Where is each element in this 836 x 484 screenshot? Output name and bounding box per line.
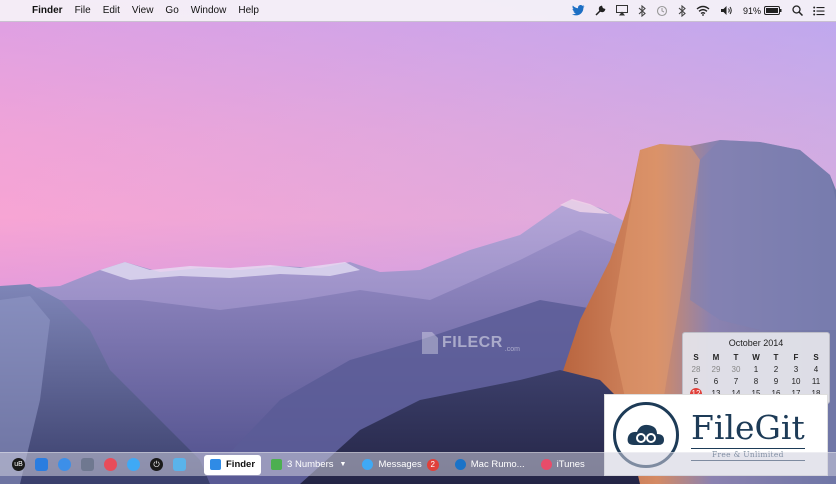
calendar-day[interactable]: 3 bbox=[786, 364, 806, 376]
taskbar-window-finder[interactable]: Finder bbox=[204, 454, 262, 475]
taskbar-window-macrumors[interactable]: Mac Rumo... bbox=[449, 455, 531, 475]
itunes-window-icon bbox=[540, 459, 552, 470]
numbers-window-icon bbox=[271, 459, 283, 470]
filecr-logo-icon bbox=[422, 332, 438, 354]
calendar-day[interactable]: 11 bbox=[806, 376, 826, 388]
calendar-weekday: S bbox=[813, 353, 819, 362]
finder-dock-icon[interactable] bbox=[35, 458, 48, 471]
spotlight-icon[interactable] bbox=[787, 5, 808, 16]
calendar-weekday: T bbox=[773, 353, 779, 362]
menu-bar: Finder File Edit View Go Window Help 91% bbox=[0, 0, 836, 22]
calendar-day[interactable]: 8 bbox=[746, 376, 766, 388]
calendar-grid: SMTWTFS282930123456789101112131415161718 bbox=[686, 352, 829, 400]
taskbar-window-messages[interactable]: Messages 2 bbox=[356, 455, 444, 475]
calendar-day-number: 10 bbox=[791, 377, 801, 386]
calendar-day-number: 29 bbox=[711, 365, 721, 374]
airplay-icon[interactable] bbox=[611, 5, 633, 16]
battery-icon bbox=[764, 6, 782, 15]
calendar-day[interactable]: 6 bbox=[706, 376, 726, 388]
messages-window-icon bbox=[362, 459, 374, 470]
menu-edit[interactable]: Edit bbox=[97, 0, 126, 22]
mail-dock-icon[interactable] bbox=[173, 458, 186, 471]
itunes-dock-icon[interactable] bbox=[104, 458, 117, 471]
wifi-icon[interactable] bbox=[691, 5, 715, 16]
menu-view[interactable]: View bbox=[126, 0, 160, 22]
calendar-weekday: F bbox=[793, 353, 799, 362]
safari-dock-icon[interactable] bbox=[58, 458, 71, 471]
calendar-weekday: W bbox=[752, 353, 760, 362]
ubar-launcher-icon[interactable]: uB bbox=[12, 458, 25, 471]
window-label: Mac Rumo... bbox=[470, 459, 525, 470]
messages-dock-icon[interactable] bbox=[127, 458, 140, 471]
power-dock-icon[interactable]: ⏻ bbox=[150, 458, 163, 471]
window-label: Messages bbox=[378, 459, 422, 470]
finder-window-icon bbox=[210, 459, 221, 470]
chevron-down-icon[interactable]: ▼ bbox=[340, 461, 347, 468]
menu-help[interactable]: Help bbox=[232, 0, 265, 22]
calendar-day[interactable]: 2 bbox=[766, 364, 786, 376]
filecr-text: FILECR bbox=[442, 334, 503, 351]
filegit-title: FileGit bbox=[691, 407, 805, 447]
filecr-watermark: FILECR .com bbox=[420, 328, 520, 358]
calendar-day-number: 30 bbox=[731, 365, 741, 374]
calendar-day-number: 6 bbox=[713, 377, 719, 386]
calendar-day-number: 11 bbox=[811, 377, 821, 386]
menu-app-finder[interactable]: Finder bbox=[26, 0, 69, 22]
sync-icon[interactable] bbox=[651, 5, 673, 17]
calendar-day[interactable]: 28 bbox=[686, 364, 706, 376]
tools-icon[interactable] bbox=[590, 5, 611, 16]
calendar-weekday: S bbox=[693, 353, 699, 362]
macrumors-window-icon bbox=[454, 459, 466, 470]
calendar-day[interactable]: 7 bbox=[726, 376, 746, 388]
menu-window[interactable]: Window bbox=[185, 0, 233, 22]
taskbar: uB ⏻ Finder 3 Numbers ▼ Messages 2 Mac R… bbox=[0, 452, 836, 476]
unread-badge: 2 bbox=[426, 458, 439, 471]
bluetooth-secondary-icon[interactable] bbox=[673, 4, 691, 17]
calendar-day-number: 8 bbox=[753, 377, 759, 386]
taskbar-window-itunes[interactable]: iTunes bbox=[535, 455, 591, 475]
menu-go[interactable]: Go bbox=[159, 0, 184, 22]
twitter-icon[interactable] bbox=[567, 5, 590, 16]
calendar-day[interactable]: 1 bbox=[746, 364, 766, 376]
preview-dock-icon[interactable] bbox=[81, 458, 94, 471]
notification-center-icon[interactable] bbox=[808, 6, 830, 16]
calendar-day[interactable]: 4 bbox=[806, 364, 826, 376]
menu-file[interactable]: File bbox=[69, 0, 97, 22]
calendar-day[interactable]: 10 bbox=[786, 376, 806, 388]
calendar-day[interactable]: 29 bbox=[706, 364, 726, 376]
window-label: iTunes bbox=[556, 459, 585, 470]
window-label: 3 Numbers bbox=[287, 459, 334, 470]
ubar-label: uB bbox=[14, 461, 23, 468]
filecr-sub: .com bbox=[504, 345, 520, 353]
calendar-day-number: 9 bbox=[773, 377, 779, 386]
calendar-day-number: 28 bbox=[691, 365, 701, 374]
window-label: Finder bbox=[226, 459, 256, 470]
volume-icon[interactable] bbox=[715, 5, 738, 16]
calendar-day-number: 4 bbox=[813, 365, 819, 374]
battery-percent: 91% bbox=[742, 5, 761, 16]
calendar-day[interactable]: 5 bbox=[686, 376, 706, 388]
calendar-day[interactable]: 9 bbox=[766, 376, 786, 388]
calendar-day[interactable]: 30 bbox=[726, 364, 746, 376]
calendar-weekday: M bbox=[712, 353, 720, 362]
bluetooth-icon[interactable] bbox=[633, 4, 651, 17]
calendar-month-title: October 2014 bbox=[728, 338, 784, 348]
taskbar-window-numbers[interactable]: 3 Numbers ▼ bbox=[265, 455, 352, 475]
calendar-day-number: 1 bbox=[753, 365, 759, 374]
calendar-weekday: T bbox=[733, 353, 739, 362]
battery-status[interactable]: 91% bbox=[738, 0, 787, 22]
calendar-day-number: 7 bbox=[733, 377, 739, 386]
calendar-day-number: 5 bbox=[693, 377, 699, 386]
calendar-day-number: 2 bbox=[773, 365, 779, 374]
calendar-day-number: 3 bbox=[793, 365, 799, 374]
